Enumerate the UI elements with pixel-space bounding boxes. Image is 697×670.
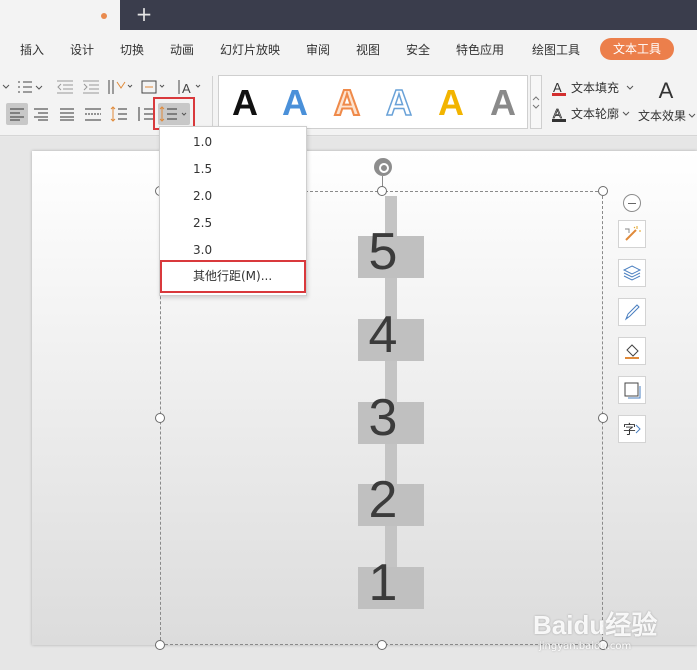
text-effect-button[interactable]: 文本效果 — [638, 107, 686, 125]
watermark-url: jingyan.baidu.com — [539, 641, 632, 652]
text-outline-button[interactable]: 文本轮廓 — [571, 105, 619, 123]
paragraph-spacing-icon[interactable] — [108, 103, 130, 125]
text-style-blue-outline[interactable]: A — [377, 80, 421, 126]
increase-indent-icon[interactable] — [80, 76, 102, 98]
text-style-blue[interactable]: A — [273, 80, 317, 126]
line-spacing-option-2-5[interactable]: 2.5 — [160, 210, 306, 236]
text-fill-button[interactable]: 文本填充 — [571, 79, 619, 97]
line-spacing-option-1-0[interactable]: 1.0 — [160, 129, 306, 155]
title-bar: + — [0, 0, 697, 30]
fill-icon[interactable] — [618, 337, 646, 365]
align-justify-icon[interactable] — [56, 103, 78, 125]
text-style-yellow[interactable]: A — [429, 80, 473, 126]
collapse-minus-icon[interactable] — [623, 194, 641, 212]
number-four: 4 — [368, 306, 398, 364]
menu-transition[interactable]: 切换 — [120, 41, 144, 59]
text-align-box-icon[interactable] — [140, 76, 168, 98]
menu-text-tools[interactable]: 文本工具 — [600, 38, 674, 60]
menu-review[interactable]: 审阅 — [306, 41, 330, 59]
line-spacing-option-1-5[interactable]: 1.5 — [160, 156, 306, 182]
decrease-indent-icon[interactable] — [54, 76, 76, 98]
text-direction-icon[interactable] — [106, 76, 134, 98]
menu-view[interactable]: 视图 — [356, 41, 380, 59]
resize-handle-left[interactable] — [155, 413, 165, 423]
line-spacing-option-2-0[interactable]: 2.0 — [160, 183, 306, 209]
menu-animation[interactable]: 动画 — [170, 41, 194, 59]
resize-handle-bottom-left[interactable] — [155, 640, 165, 650]
menu-design[interactable]: 设计 — [70, 41, 94, 59]
toolbar: A A A A A A A A 文本填充 A 文本轮廓 A 文本效果 — [0, 68, 697, 136]
unsaved-dot-icon — [101, 13, 107, 19]
number-two: 2 — [368, 471, 398, 529]
text-fill-icon[interactable]: A — [550, 77, 568, 99]
toolbar-divider — [212, 76, 213, 128]
text-outline-icon[interactable]: A — [550, 103, 568, 125]
text-fill-dropdown-icon[interactable] — [625, 77, 635, 99]
text-style-scroll[interactable] — [530, 75, 542, 129]
animation-icon[interactable] — [618, 220, 646, 248]
menu-drawing-tools[interactable]: 绘图工具 — [532, 41, 580, 59]
number-one: 1 — [368, 554, 398, 612]
distribute-icon[interactable] — [82, 103, 104, 125]
text-outline-dropdown-icon[interactable] — [621, 103, 631, 125]
baidu-watermark: Baidu经验 jingyan.baidu.com — [533, 605, 683, 665]
number-five: 5 — [368, 223, 398, 281]
text-wrap-icon[interactable]: 字 — [618, 415, 646, 443]
resize-handle-bottom[interactable] — [377, 640, 387, 650]
border-icon[interactable] — [618, 376, 646, 404]
align-left-icon[interactable] — [6, 103, 28, 125]
text-style-orange-outline[interactable]: A — [325, 80, 369, 126]
menu-special-apps[interactable]: 特色应用 — [456, 41, 504, 59]
bullet-list-icon[interactable] — [16, 76, 44, 98]
text-style-gallery: A A A A A A — [218, 75, 528, 129]
text-effect-icon[interactable]: A — [652, 78, 680, 104]
menu-insert[interactable]: 插入 — [20, 41, 44, 59]
svg-text:A: A — [182, 81, 191, 96]
menu-security[interactable]: 安全 — [406, 41, 430, 59]
pen-icon[interactable] — [618, 298, 646, 326]
text-style-gray[interactable]: A — [481, 80, 525, 126]
list-dropdown-icon[interactable] — [0, 76, 12, 98]
number-three: 3 — [368, 389, 398, 447]
svg-text:A: A — [553, 80, 562, 95]
menu-bar: 插入 设计 切换 动画 幻灯片放映 审阅 视图 安全 特色应用 绘图工具 文本工… — [0, 30, 697, 68]
resize-handle-top-right[interactable] — [598, 186, 608, 196]
menu-slideshow[interactable]: 幻灯片放映 — [220, 41, 280, 59]
watermark-logo-text: Baidu经验 — [533, 610, 658, 640]
svg-text:字: 字 — [623, 423, 636, 438]
font-spacing-icon[interactable]: A — [176, 76, 204, 98]
svg-text:A: A — [553, 106, 562, 121]
layers-icon[interactable] — [618, 259, 646, 287]
resize-handle-top[interactable] — [377, 186, 387, 196]
rotate-handle-icon[interactable] — [374, 158, 392, 176]
text-style-black[interactable]: A — [223, 80, 267, 126]
plus-icon[interactable]: + — [133, 3, 155, 25]
align-center-icon[interactable] — [30, 103, 52, 125]
text-effect-dropdown-icon[interactable] — [687, 105, 697, 127]
resize-handle-right[interactable] — [598, 413, 608, 423]
document-tab[interactable] — [0, 0, 120, 30]
other-line-spacing-option[interactable]: 其他行距(M)... — [160, 260, 306, 293]
